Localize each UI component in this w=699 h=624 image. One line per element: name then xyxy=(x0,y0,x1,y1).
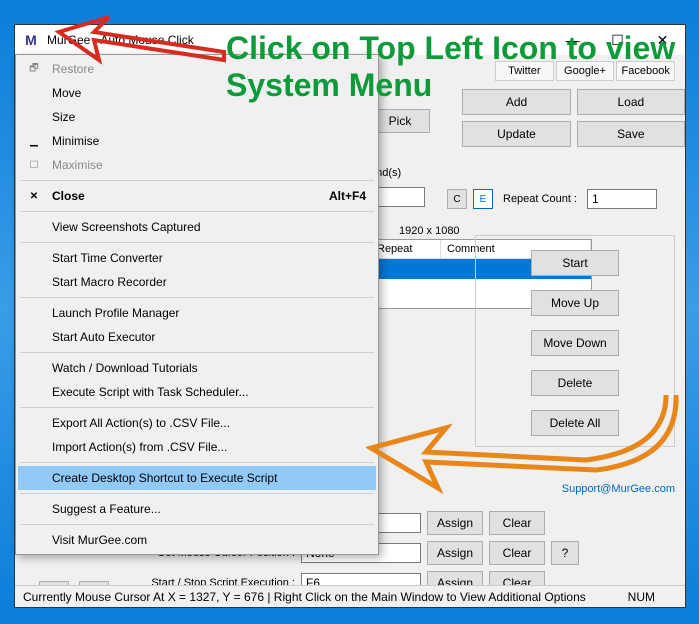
help-button[interactable]: ? xyxy=(551,541,579,565)
assign-button-2[interactable]: Assign xyxy=(427,541,483,565)
save-button[interactable]: Save xyxy=(577,121,685,147)
repeat-row: C E Repeat Count : xyxy=(447,189,657,209)
menu-item-move[interactable]: Move xyxy=(18,81,376,105)
statusbar: Currently Mouse Cursor At X = 1327, Y = … xyxy=(15,585,685,607)
menu-separator xyxy=(20,242,374,243)
system-menu[interactable]: Restore🗗MoveSizeMinimise▁Maximise☐Close✕… xyxy=(15,54,379,555)
close-icon: ✕ xyxy=(26,188,42,204)
menu-item-visit-murgee-com[interactable]: Visit MurGee.com xyxy=(18,528,376,552)
assign-button-1[interactable]: Assign xyxy=(427,511,483,535)
delete-all-button[interactable]: Delete All xyxy=(531,410,619,436)
maximize-button[interactable]: ☐ xyxy=(595,25,640,55)
menu-item-start-auto-executor[interactable]: Start Auto Executor xyxy=(18,325,376,349)
menu-item-export-all-action-s-to-csv-file[interactable]: Export All Action(s) to .CSV File... xyxy=(18,411,376,435)
menu-item-start-macro-recorder[interactable]: Start Macro Recorder xyxy=(18,270,376,294)
menu-item-launch-profile-manager[interactable]: Launch Profile Manager xyxy=(18,301,376,325)
menu-item-execute-script-with-task-scheduler[interactable]: Execute Script with Task Scheduler... xyxy=(18,380,376,404)
action-buttons: Add Load Update Save xyxy=(370,89,685,147)
support-link[interactable]: Support@MurGee.com xyxy=(562,483,675,495)
tab-twitter[interactable]: Twitter xyxy=(495,61,554,81)
social-tabs: Twitter Google+ Facebook xyxy=(495,61,675,81)
e-button[interactable]: E xyxy=(473,189,493,209)
update-button[interactable]: Update xyxy=(462,121,570,147)
app-icon[interactable]: M xyxy=(23,32,39,48)
menu-item-import-action-s-from-csv-file[interactable]: Import Action(s) from .CSV File... xyxy=(18,435,376,459)
menu-item-suggest-a-feature[interactable]: Suggest a Feature... xyxy=(18,497,376,521)
menu-item-view-screenshots-captured[interactable]: View Screenshots Captured xyxy=(18,215,376,239)
menu-shortcut: Alt+F4 xyxy=(329,189,366,203)
restore-icon: 🗗 xyxy=(26,61,42,77)
screen-resolution-label: 1920 x 1080 xyxy=(395,223,464,239)
menu-item-size[interactable]: Size xyxy=(18,105,376,129)
menu-item-maximise: Maximise☐ xyxy=(18,153,376,177)
menu-separator xyxy=(20,180,374,181)
action-group: Start Move Up Move Down Delete Delete Al… xyxy=(475,235,675,447)
numlock-indicator: NUM xyxy=(628,590,655,604)
minimize-button[interactable]: — xyxy=(550,25,595,55)
repeat-count-label: Repeat Count : xyxy=(499,191,581,207)
menu-separator xyxy=(20,297,374,298)
col-repeat[interactable]: Repeat xyxy=(371,240,441,258)
menu-item-watch-download-tutorials[interactable]: Watch / Download Tutorials xyxy=(18,356,376,380)
close-button[interactable]: ✕ xyxy=(640,25,685,55)
menu-separator xyxy=(20,462,374,463)
load-button[interactable]: Load xyxy=(577,89,685,115)
menu-item-start-time-converter[interactable]: Start Time Converter xyxy=(18,246,376,270)
clear-button-2[interactable]: Clear xyxy=(489,541,545,565)
window-title: MurGee - Auto Mouse Click xyxy=(47,33,194,47)
window-controls: — ☐ ✕ xyxy=(550,25,685,55)
menu-separator xyxy=(20,211,374,212)
start-button[interactable]: Start xyxy=(531,250,619,276)
repeat-count-input[interactable] xyxy=(587,189,657,209)
status-text: Currently Mouse Cursor At X = 1327, Y = … xyxy=(23,590,586,604)
move-down-button[interactable]: Move Down xyxy=(531,330,619,356)
add-button[interactable]: Add xyxy=(462,89,570,115)
menu-separator xyxy=(20,407,374,408)
menu-separator xyxy=(20,352,374,353)
move-up-button[interactable]: Move Up xyxy=(531,290,619,316)
menu-item-create-desktop-shortcut-to-execute-script[interactable]: Create Desktop Shortcut to Execute Scrip… xyxy=(18,466,376,490)
delete-button[interactable]: Delete xyxy=(531,370,619,396)
tab-google[interactable]: Google+ xyxy=(556,61,615,81)
menu-item-restore: Restore🗗 xyxy=(18,57,376,81)
menu-separator xyxy=(20,524,374,525)
minimise-icon: ▁ xyxy=(26,133,42,149)
menu-separator xyxy=(20,493,374,494)
menu-item-minimise[interactable]: Minimise▁ xyxy=(18,129,376,153)
clear-button-1[interactable]: Clear xyxy=(489,511,545,535)
right-column: Twitter Google+ Facebook xyxy=(495,61,675,85)
menu-item-close[interactable]: Close✕Alt+F4 xyxy=(18,184,376,208)
titlebar[interactable]: M MurGee - Auto Mouse Click — ☐ ✕ xyxy=(15,25,685,55)
tab-facebook[interactable]: Facebook xyxy=(616,61,675,81)
c-button[interactable]: C xyxy=(447,189,467,209)
maximise-icon: ☐ xyxy=(26,157,42,173)
